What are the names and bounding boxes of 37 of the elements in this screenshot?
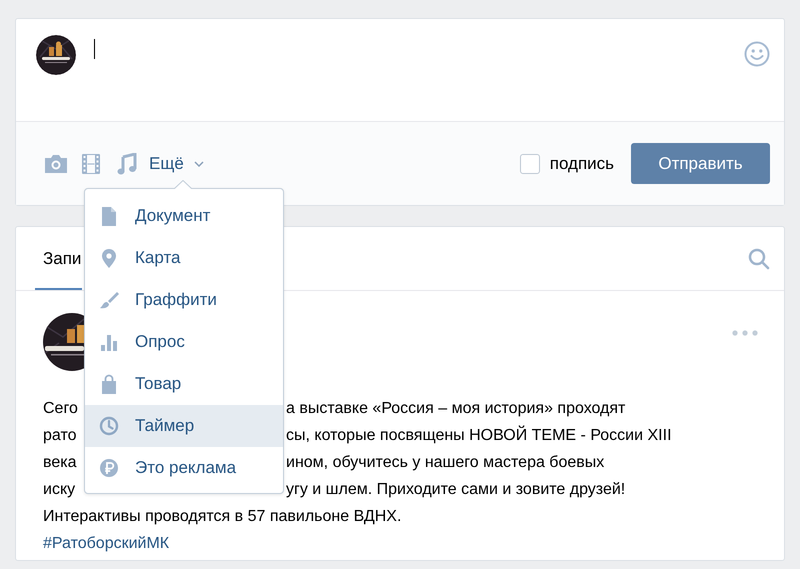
bar-chart-icon (99, 332, 119, 352)
document-icon (99, 206, 119, 226)
post-text-fragment: ином, обучитесь у нашего мастера боевых (286, 453, 604, 473)
menu-item[interactable]: Опрос (85, 321, 283, 363)
search-icon[interactable] (748, 248, 770, 270)
menu-item[interactable]: Документ (85, 195, 283, 237)
music-note-icon[interactable] (117, 152, 137, 174)
post-text-fragment: угу и шлем. Приходите сами и зовите друзей! (286, 480, 626, 500)
post-text-fragment: рато (43, 426, 76, 446)
menu-item[interactable]: Карта (85, 237, 283, 279)
clock-icon (99, 416, 119, 436)
signature-checkbox[interactable] (520, 154, 540, 174)
hashtag-link[interactable]: #РатоборскийМК (43, 535, 170, 552)
post-text-line: Интерактивы проводятся в 57 павильоне ВДНХ. (43, 508, 402, 525)
brush-icon (99, 290, 119, 310)
post-text-fragment: иску (43, 480, 76, 500)
location-pin-icon (99, 248, 119, 268)
ruble-icon (99, 458, 119, 478)
wall-tab[interactable]: Запи (35, 227, 82, 290)
send-button[interactable]: Отправить (631, 143, 770, 184)
menu-item[interactable]: Товар (85, 363, 283, 405)
post-text-fragment: а выставке «Россия – моя история» проходят (286, 399, 626, 419)
caret-icon (194, 160, 204, 166)
shopping-bag-icon (99, 374, 119, 394)
menu-item[interactable]: Таймер (85, 405, 283, 447)
film-icon[interactable] (81, 152, 101, 174)
signature-label: подпись (550, 152, 614, 175)
camera-icon[interactable] (43, 154, 69, 174)
menu-item[interactable]: Граффити (85, 279, 283, 321)
post-text-fragment: сы, которые посвящены НОВОЙ ТЕМЕ - России XIII (286, 424, 672, 446)
smile-icon[interactable] (744, 41, 770, 67)
menu-item[interactable]: Это реклама (85, 447, 283, 489)
post-text-fragment: Сего (43, 399, 78, 419)
more-options-icon[interactable] (732, 330, 758, 336)
text-cursor (94, 39, 95, 59)
post-text-fragment: века (43, 453, 76, 473)
more-dropdown[interactable]: Ещё (149, 148, 204, 178)
